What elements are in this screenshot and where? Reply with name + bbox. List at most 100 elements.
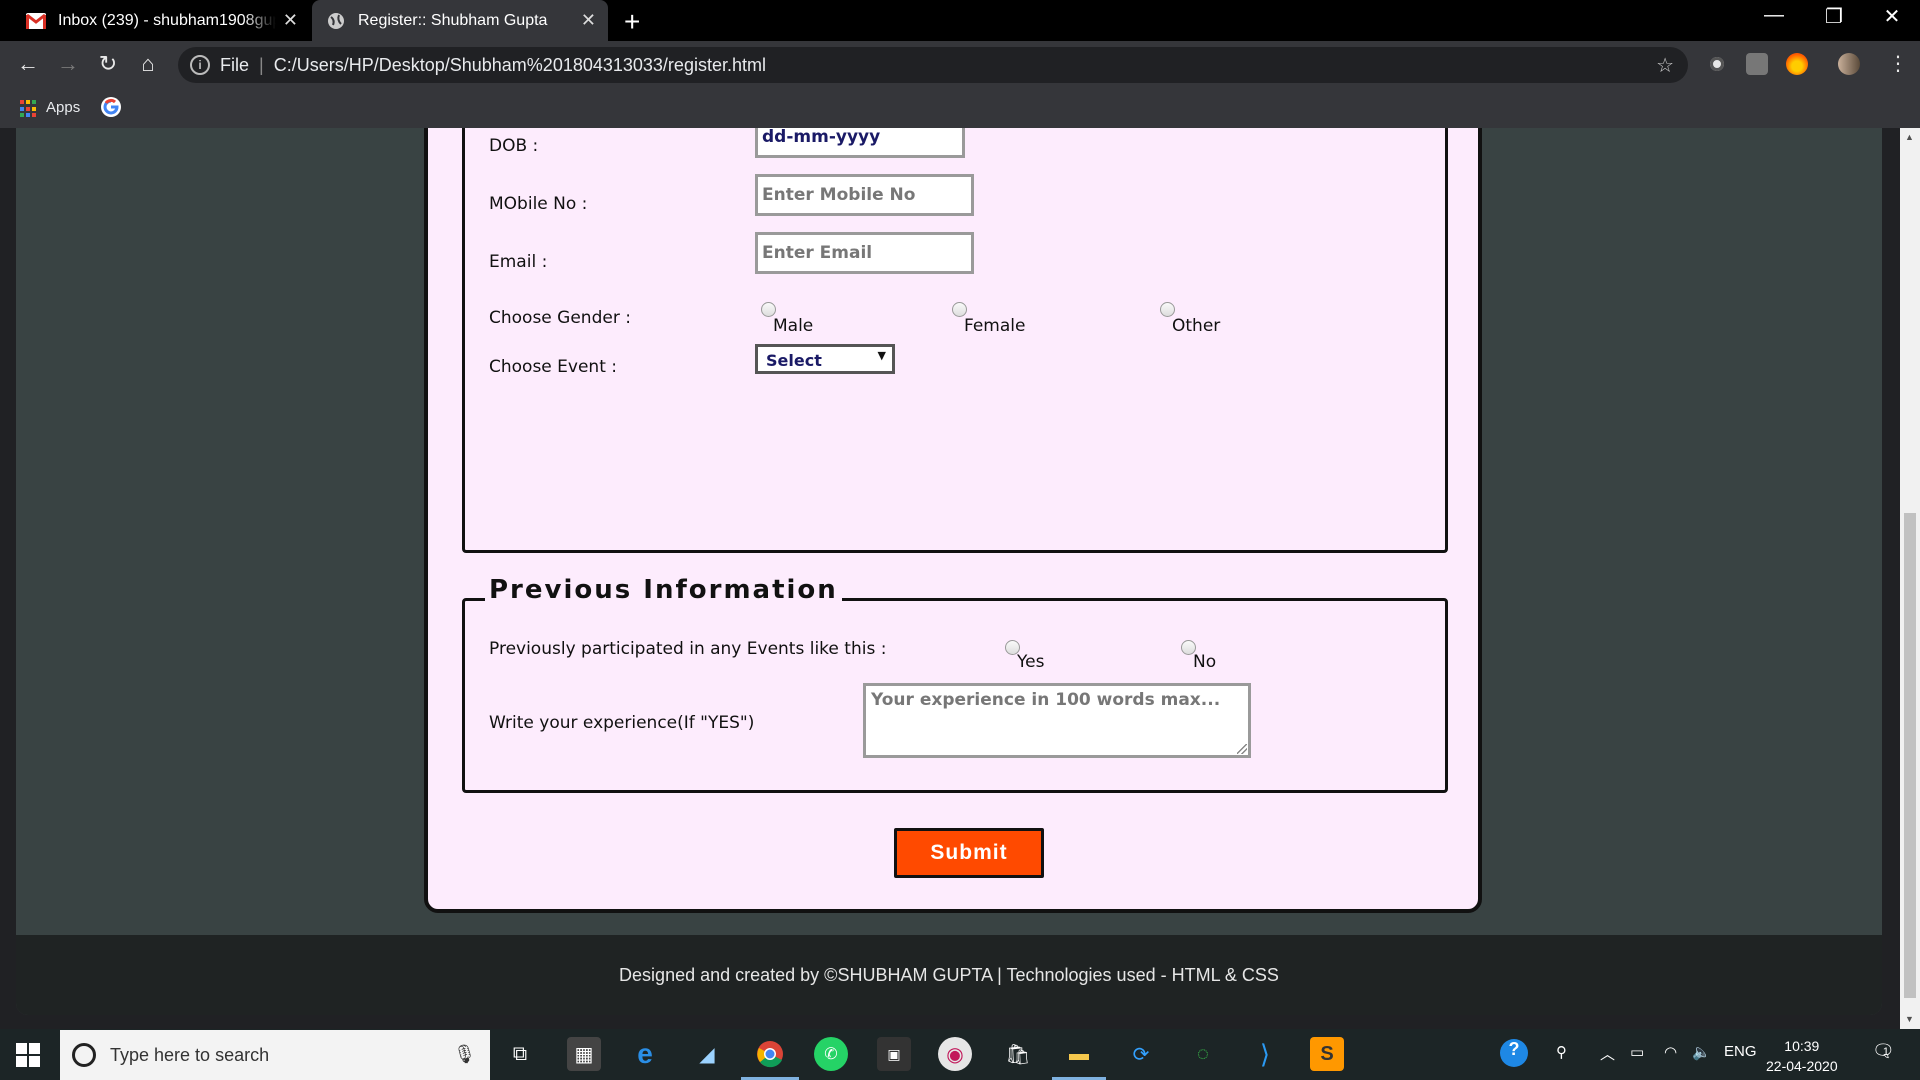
bookmark-star-icon[interactable]: ☆ [1656,53,1674,78]
email-input[interactable]: Enter Email [755,232,974,274]
restore-button[interactable]: ❐ [1806,4,1862,29]
home-icon[interactable]: ⌂ [134,51,162,77]
wifi-icon[interactable]: ◠ [1664,1043,1677,1061]
page-body: DOB : dd-mm-yyyy MObile No : Enter Mobil… [16,128,1882,1015]
minimize-button[interactable]: — [1746,4,1802,27]
url-text[interactable]: C:/Users/HP/Desktop/Shubham%201804313033… [274,55,766,76]
gender-male-label: Male [773,316,814,336]
url-separator: | [259,54,264,75]
gender-other-radio[interactable] [1160,302,1175,317]
circle-app-icon[interactable]: ◌ [1186,1037,1220,1071]
gender-female-label: Female [964,316,1026,336]
file-explorer-icon[interactable]: ▬ [1062,1037,1096,1071]
gender-label: Choose Gender : [489,308,631,328]
people-icon[interactable]: ⚲ [1556,1043,1567,1061]
store-icon[interactable]: 🛍 [1001,1037,1035,1071]
experience-textarea[interactable]: Your experience in 100 words max... [863,683,1251,758]
clock-time: 10:39 [1784,1038,1820,1054]
cortana-icon [72,1043,96,1067]
profile-avatar[interactable] [1838,53,1860,75]
scroll-down-icon[interactable]: ▼ [1905,1014,1914,1024]
new-tab-button[interactable]: + [624,6,640,38]
apps-bookmark[interactable]: Apps [46,99,80,116]
resize-grip-icon[interactable] [1237,744,1247,754]
register-form-card: DOB : dd-mm-yyyy MObile No : Enter Mobil… [424,128,1482,913]
extension-fire-icon[interactable] [1786,53,1808,75]
windows-start-icon[interactable] [16,1043,40,1067]
globe-icon [326,11,346,31]
mobile-label: MObile No : [489,194,588,214]
sync-app-icon[interactable]: ⟳ [1124,1037,1158,1071]
gender-male-radio[interactable] [761,302,776,317]
tab-register[interactable]: Register:: Shubham Gupta ✕ [312,0,608,41]
page-footer: Designed and created by ©SHUBHAM GUPTA |… [16,935,1882,1015]
close-tab-icon[interactable]: ✕ [581,10,596,31]
windows-taskbar: Type here to search 🎙 ⧉ ▦ e ◢ ✆ ▣ ◉ 🛍 ▬ … [0,1029,1920,1080]
reload-icon[interactable]: ↻ [94,51,122,77]
vertical-scrollbar[interactable]: ▲ ▼ [1900,128,1920,1029]
tray-chevron-up-icon[interactable]: ︿ [1600,1043,1615,1064]
notes-app-icon[interactable]: ◢ [690,1037,724,1071]
calculator-icon[interactable]: ▦ [567,1037,601,1071]
microphone-icon[interactable]: 🎙 [453,1044,476,1065]
tab-strip: Inbox (239) - shubham1908gupta@gmail.com… [0,0,1920,41]
gender-female-radio[interactable] [952,302,967,317]
submit-button[interactable]: Submit [894,828,1044,878]
taskbar-search-placeholder: Type here to search [110,1044,270,1065]
scrollbar-thumb[interactable] [1904,513,1916,998]
previous-info-legend: Previous Information [485,575,842,605]
clock-date: 22-04-2020 [1766,1058,1838,1074]
experience-placeholder: Your experience in 100 words max... [871,690,1221,710]
menu-kebab-icon[interactable]: ⋮ [1884,51,1912,76]
edge-icon[interactable]: e [628,1037,662,1071]
tab-title: Inbox (239) - shubham1908gupta@gmail.com… [58,11,276,29]
event-select[interactable]: Select ▼ [755,344,895,374]
media-player-icon[interactable]: ◉ [938,1037,972,1071]
footer-text: Designed and created by ©SHUBHAM GUPTA |… [619,964,1279,985]
system-clock[interactable]: 10:39 22-04-2020 [1766,1036,1838,1076]
help-icon[interactable]: ? [1500,1039,1528,1067]
extension-gauge-icon[interactable] [1706,53,1728,75]
task-view-icon[interactable]: ⧉ [503,1037,537,1071]
participated-no-label: No [1193,652,1217,672]
event-label: Choose Event : [489,357,617,377]
sublime-text-icon[interactable]: S [1310,1037,1344,1071]
battery-icon[interactable]: ▭ [1630,1043,1644,1061]
experience-label: Write your experience(If "YES") [489,713,755,733]
app-icon[interactable]: ▣ [877,1037,911,1071]
tab-gmail-inbox[interactable]: Inbox (239) - shubham1908gupta@gmail.com… [12,0,310,41]
back-icon[interactable]: ← [14,51,42,77]
vscode-icon[interactable]: ⟩ [1248,1037,1282,1071]
dob-label: DOB : [489,136,539,156]
notification-count: 1 [1882,1046,1889,1058]
email-label: Email : [489,252,548,272]
url-scheme-label: File [220,54,250,75]
participated-yes-label: Yes [1017,652,1045,672]
dob-input[interactable]: dd-mm-yyyy [755,128,965,158]
tab-title: Register:: Shubham Gupta [358,11,548,29]
language-indicator[interactable]: ENG [1724,1043,1757,1060]
taskbar-search-box[interactable]: Type here to search 🎙 [60,1030,490,1080]
bookmarks-bar: Apps [0,88,1920,128]
previous-info-fieldset: Previous Information Previously particip… [462,575,1448,793]
extension-icon[interactable] [1746,53,1768,75]
notification-center-icon[interactable]: 🗨1 [1872,1041,1901,1062]
gmail-icon [26,11,46,31]
address-bar[interactable]: i File | C:/Users/HP/Desktop/Shubham%201… [178,47,1688,83]
dropdown-arrow-icon: ▼ [877,349,886,362]
scroll-up-icon[interactable]: ▲ [1905,132,1914,142]
close-window-button[interactable]: ✕ [1864,4,1920,29]
event-select-value: Select [766,351,822,370]
personal-info-fieldset: DOB : dd-mm-yyyy MObile No : Enter Mobil… [462,128,1448,553]
info-icon[interactable]: i [190,55,210,75]
forward-icon[interactable]: → [54,51,82,77]
chrome-icon[interactable] [753,1037,787,1071]
whatsapp-icon[interactable]: ✆ [814,1037,848,1071]
gender-other-label: Other [1172,316,1221,336]
apps-grid-icon[interactable] [20,100,38,118]
google-icon[interactable] [100,96,122,122]
browser-toolbar: ← → ↻ ⌂ i File | C:/Users/HP/Desktop/Shu… [0,41,1920,88]
volume-icon[interactable]: 🔈 [1692,1043,1711,1061]
mobile-input[interactable]: Enter Mobile No [755,174,974,216]
close-tab-icon[interactable]: ✕ [283,10,298,31]
